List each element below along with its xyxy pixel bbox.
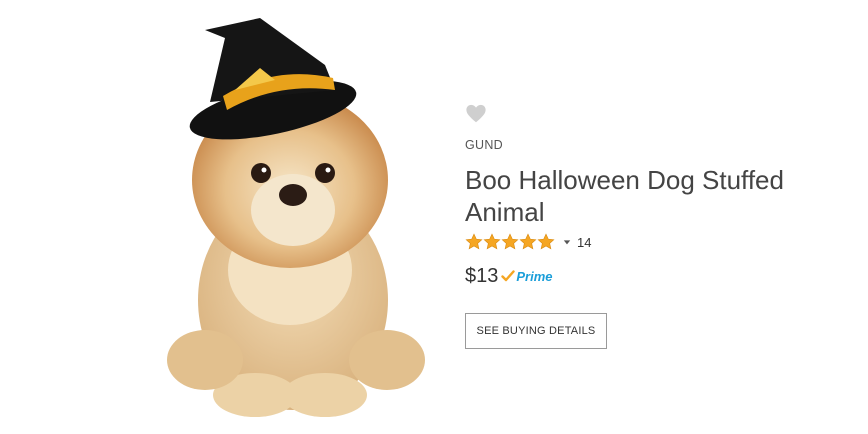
review-count[interactable]: 14 [577,235,591,250]
star-icon [537,233,555,250]
star-icon [465,233,483,250]
star-icon [519,233,537,250]
product-image[interactable] [165,10,435,425]
heart-icon[interactable] [465,103,487,125]
see-buying-details-button[interactable]: SEE BUYING DETAILS [465,313,607,349]
check-icon [501,270,516,282]
price: $13 [465,264,499,287]
brand-name: GUND [465,138,504,152]
star-icon [501,233,519,250]
caret-down-icon[interactable] [563,238,571,246]
prime-label: Prime [516,268,553,284]
price-row: $13 Prime [465,263,553,289]
product-title[interactable]: Boo Halloween Dog Stuffed Animal [465,164,785,228]
plush-dog-image [167,18,425,417]
star-icon [483,233,501,250]
star-rating [465,233,555,251]
rating[interactable]: 14 [465,231,591,253]
prime-badge: Prime [501,268,553,284]
